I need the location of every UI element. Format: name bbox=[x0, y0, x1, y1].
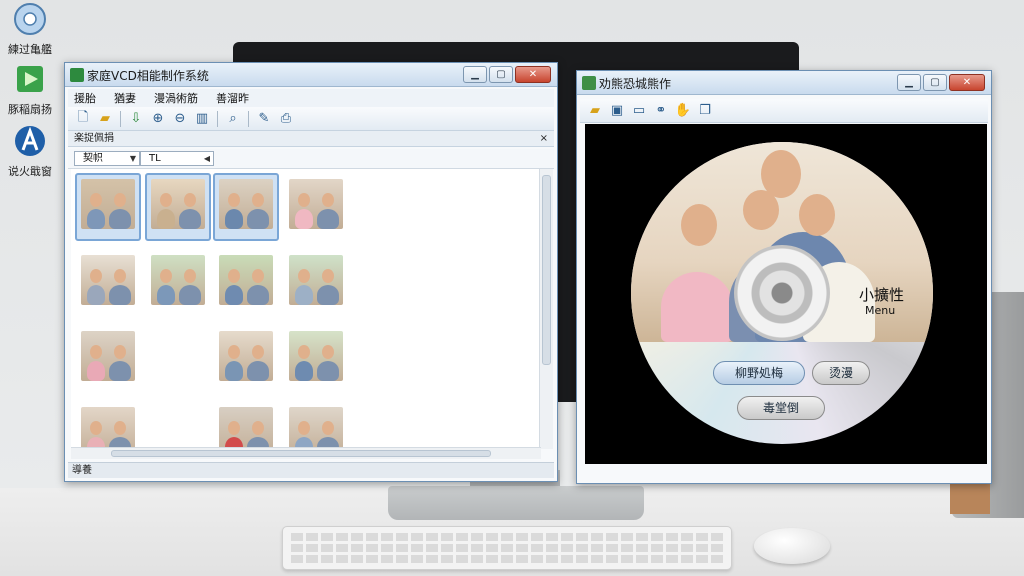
photo-thumbnail[interactable] bbox=[289, 179, 343, 229]
photo-thumbnail[interactable] bbox=[151, 179, 205, 229]
main-window-titlebar[interactable]: 家庭VCD相能制作系统 ▁ ▢ ✕ bbox=[65, 63, 557, 87]
desktop-icon-player[interactable]: 豚稲扇扬 bbox=[0, 62, 60, 117]
disc-menu-title: 小擴性 bbox=[859, 286, 905, 304]
open-folder-icon[interactable]: ▰ bbox=[96, 110, 114, 128]
app-icon bbox=[582, 76, 596, 90]
preview-window-titlebar[interactable]: 劝熊恐城熊作 ▁ ▢ ✕ bbox=[577, 71, 991, 95]
main-toolbar: 🗋 ▰ ⇩ ⊕ ⊖ ▥ ⌕ ✎ ⎙ bbox=[68, 107, 554, 131]
menu-item-help[interactable]: 善溜昨 bbox=[216, 90, 249, 106]
cd-disc-icon bbox=[14, 3, 46, 35]
panel-close-icon[interactable]: × bbox=[540, 131, 548, 147]
chevron-down-icon: ▼ bbox=[129, 154, 136, 163]
minimize-button[interactable]: ▁ bbox=[897, 74, 921, 91]
app-icon bbox=[70, 68, 84, 82]
chevron-down-icon: ◀ bbox=[203, 154, 210, 163]
desktop-icon-label: 練过亀艦 bbox=[8, 43, 52, 56]
photo-panel-title: 楽捉佩捐 bbox=[74, 133, 114, 144]
print-icon[interactable]: ⎙ bbox=[277, 110, 295, 128]
columns-icon[interactable]: ▥ bbox=[193, 110, 211, 128]
filter-dropdown-right[interactable]: TL ◀ bbox=[140, 151, 214, 166]
photo-grid bbox=[71, 169, 541, 457]
zoom-out-icon[interactable]: ⊖ bbox=[171, 110, 189, 128]
blue-a-app-icon bbox=[15, 126, 45, 156]
edit-icon[interactable]: ✎ bbox=[255, 110, 273, 128]
menu-item-file[interactable]: 援胎 bbox=[74, 90, 96, 106]
photo-thumbnail[interactable] bbox=[81, 255, 135, 305]
maximize-button[interactable]: ▢ bbox=[923, 74, 947, 91]
photo-thumbnail[interactable] bbox=[219, 331, 273, 381]
main-window: 家庭VCD相能制作系统 ▁ ▢ ✕ 援胎 猶妻 漫渦術筋 善溜昨 🗋 ▰ ⇩ ⊕… bbox=[64, 62, 558, 482]
photo-thumbnail[interactable] bbox=[289, 255, 343, 305]
disc-menu-button-settings[interactable]: 毒堂倒 bbox=[737, 396, 825, 420]
keyboard bbox=[282, 526, 732, 570]
status-bar: 導養 bbox=[68, 462, 554, 478]
copy-icon[interactable]: ❐ bbox=[696, 102, 714, 120]
search-icon[interactable]: ⌕ bbox=[224, 110, 242, 128]
status-text: 導養 bbox=[72, 465, 92, 476]
monitor-icon[interactable]: ▭ bbox=[630, 102, 648, 120]
close-button[interactable]: ✕ bbox=[515, 66, 551, 83]
photo-thumbnail[interactable] bbox=[219, 179, 273, 229]
link-icon[interactable]: ⚭ bbox=[652, 102, 670, 120]
green-play-icon bbox=[17, 66, 43, 92]
import-icon[interactable]: ⇩ bbox=[127, 110, 145, 128]
filter-bar: 契帜 ▼ TL ◀ bbox=[68, 149, 554, 169]
photo-thumbnail[interactable] bbox=[219, 255, 273, 305]
disc-menu-preview: 小擴性 Menu 柳野処梅 烫漫 毒堂倒 bbox=[585, 124, 987, 464]
desktop-icon-app[interactable]: 说火戢窗 bbox=[0, 124, 60, 179]
menu-item-tools[interactable]: 漫渦術筋 bbox=[154, 90, 198, 106]
filter-dropdown-left[interactable]: 契帜 ▼ bbox=[74, 151, 140, 166]
photo-thumbnail[interactable] bbox=[81, 179, 135, 229]
desktop-icon-disc[interactable]: 練过亀艦 bbox=[0, 2, 60, 57]
speaker-wood-panel bbox=[950, 484, 990, 514]
computer-mouse bbox=[754, 528, 830, 564]
new-file-icon[interactable]: 🗋 bbox=[74, 110, 92, 128]
vertical-scrollbar[interactable] bbox=[539, 169, 553, 449]
photo-panel-header: 楽捉佩捐 × bbox=[68, 131, 554, 147]
preview-window: 劝熊恐城熊作 ▁ ▢ ✕ ▰ ▣ ▭ ⚭ ✋ ❐ 小擴性 Menu 柳野処梅 烫… bbox=[576, 70, 992, 484]
open-icon[interactable]: ▰ bbox=[586, 102, 604, 120]
photo-thumbnail[interactable] bbox=[151, 255, 205, 305]
photo-thumbnail[interactable] bbox=[289, 331, 343, 381]
preview-toolbar: ▰ ▣ ▭ ⚭ ✋ ❐ bbox=[580, 99, 988, 123]
disc-hub bbox=[734, 245, 830, 341]
horizontal-scrollbar[interactable] bbox=[71, 447, 541, 459]
main-window-title: 家庭VCD相能制作系统 bbox=[87, 69, 209, 83]
zoom-in-icon[interactable]: ⊕ bbox=[149, 110, 167, 128]
disc-menu-subtitle: Menu bbox=[865, 304, 896, 317]
desktop-icon-label: 说火戢窗 bbox=[8, 165, 52, 178]
minimize-button[interactable]: ▁ bbox=[463, 66, 487, 83]
maximize-button[interactable]: ▢ bbox=[489, 66, 513, 83]
preview-window-title: 劝熊恐城熊作 bbox=[599, 77, 672, 91]
disc-menu-button-chapters[interactable]: 烫漫 bbox=[812, 361, 870, 385]
close-button[interactable]: ✕ bbox=[949, 74, 985, 91]
hand-icon[interactable]: ✋ bbox=[674, 102, 692, 120]
desktop-icon-label: 豚稲扇扬 bbox=[8, 103, 52, 116]
save-icon[interactable]: ▣ bbox=[608, 102, 626, 120]
monitor-stand-base bbox=[388, 486, 644, 520]
menu-bar: 援胎 猶妻 漫渦術筋 善溜昨 bbox=[68, 89, 554, 107]
photo-thumbnail[interactable] bbox=[81, 331, 135, 381]
disc-menu-button-play[interactable]: 柳野処梅 bbox=[713, 361, 805, 385]
menu-item-edit[interactable]: 猶妻 bbox=[114, 90, 136, 106]
